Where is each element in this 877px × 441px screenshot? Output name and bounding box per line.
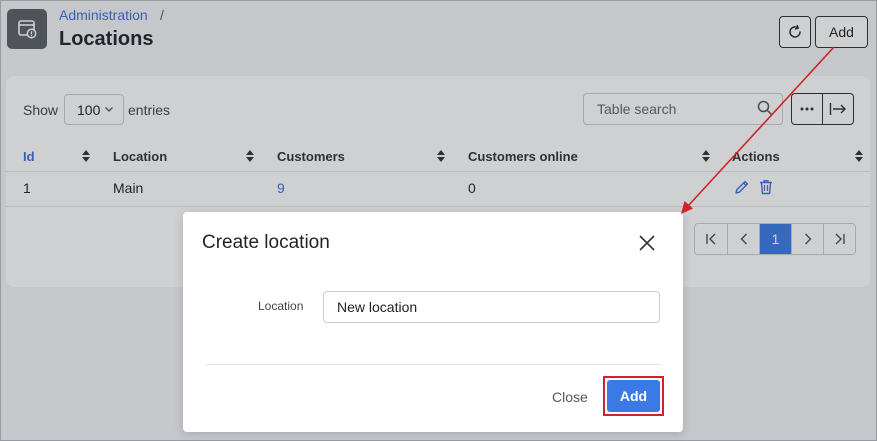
close-icon[interactable] — [638, 234, 656, 252]
location-input[interactable] — [323, 291, 660, 323]
modal-add-button[interactable]: Add — [607, 380, 660, 412]
modal-title: Create location — [202, 232, 330, 253]
modal-footer-divider — [205, 364, 661, 365]
create-location-modal: Create location Location Close Add — [183, 212, 683, 432]
location-field-label: Location — [258, 299, 304, 313]
modal-close-button[interactable]: Close — [552, 389, 588, 405]
